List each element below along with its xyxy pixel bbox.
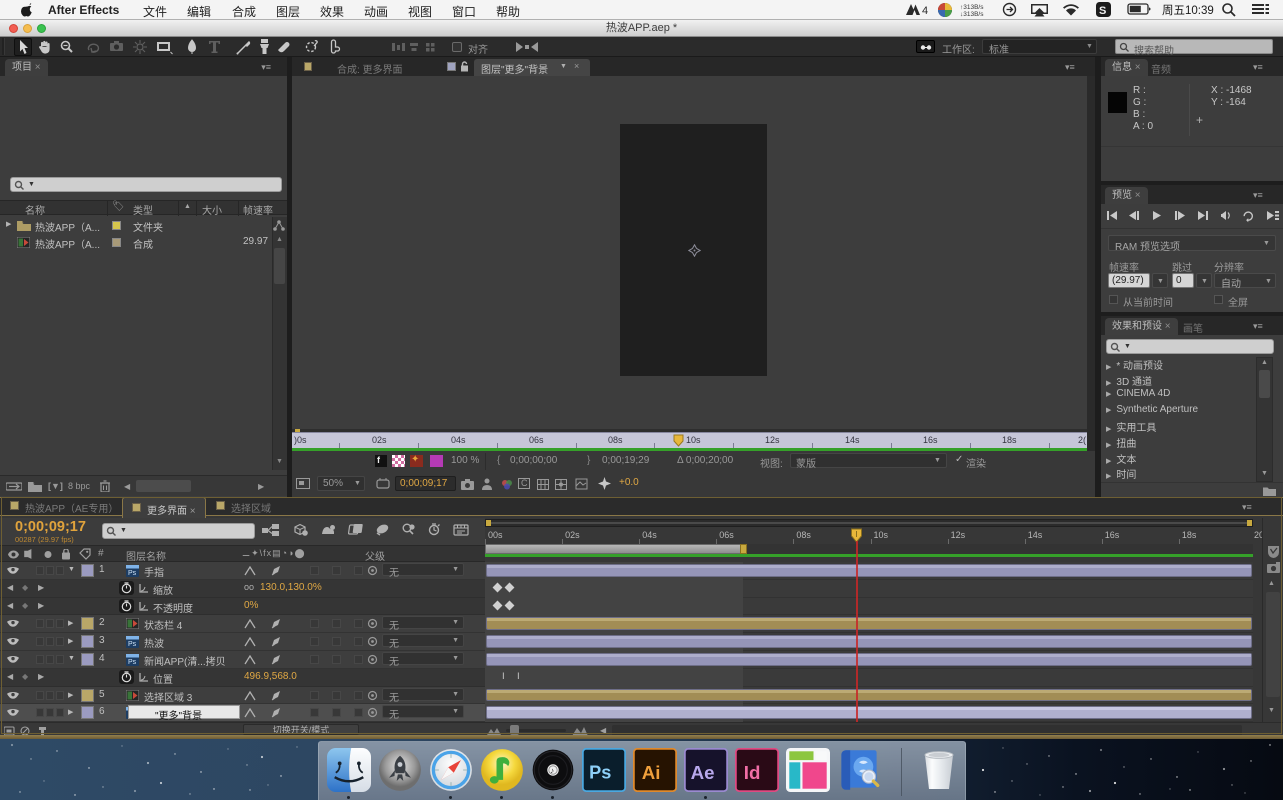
svg-text:S: S	[1099, 5, 1106, 17]
svg-text:Ps: Ps	[128, 659, 137, 666]
svg-text:周五10:39: 周五10:39	[1162, 4, 1214, 17]
svg-text:Ai: Ai	[642, 762, 661, 783]
svg-text:Ps: Ps	[589, 762, 611, 782]
svg-text:Ae: Ae	[691, 762, 715, 783]
svg-text:↑313B/s: ↑313B/s	[960, 4, 984, 11]
svg-text:♪: ♪	[550, 766, 554, 775]
svg-text:Id: Id	[744, 762, 761, 783]
svg-text:Ps: Ps	[128, 570, 137, 577]
svg-text:4: 4	[922, 5, 928, 17]
svg-text:↓313B/s: ↓313B/s	[960, 11, 984, 18]
svg-text:Ps: Ps	[128, 641, 137, 648]
